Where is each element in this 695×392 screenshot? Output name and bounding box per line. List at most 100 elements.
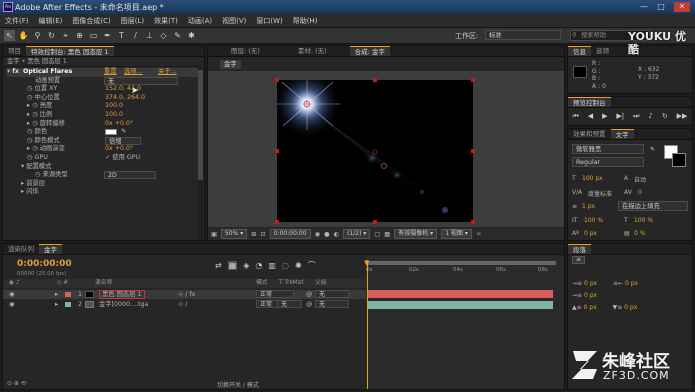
tracking-value[interactable]: 0 bbox=[638, 189, 642, 196]
transparency-grid-icon[interactable]: ▦ bbox=[384, 231, 390, 238]
hand-tool-icon[interactable]: ✋ bbox=[18, 30, 29, 41]
workspace-select[interactable]: 标准 bbox=[485, 30, 561, 40]
transform-handle[interactable] bbox=[275, 220, 279, 224]
justify-all-icon[interactable]: ≡ bbox=[572, 256, 585, 264]
tsume-value[interactable]: 0 % bbox=[634, 230, 645, 237]
group-positioning-mode[interactable]: ▾ 配置模式 bbox=[7, 163, 204, 172]
tab-layer[interactable]: 图层: (无) bbox=[226, 46, 265, 56]
indent-left-value[interactable]: 0 px bbox=[584, 280, 597, 287]
layer-parent-select[interactable]: 无 bbox=[315, 290, 349, 298]
zoom-select[interactable]: 50% ▾ bbox=[220, 229, 248, 239]
comp-mini-flowchart-icon[interactable]: ⇄ bbox=[215, 261, 222, 270]
play-icon[interactable]: ▶ bbox=[602, 112, 607, 120]
tab-info[interactable]: 信息 bbox=[568, 46, 591, 56]
font-style-select[interactable]: Regular bbox=[572, 157, 644, 167]
layer-mode-select[interactable]: 正常 bbox=[256, 290, 294, 298]
scale-value[interactable]: 100.0 bbox=[105, 111, 123, 120]
stopwatch-icon[interactable]: ◷ bbox=[32, 102, 38, 109]
timeline-footer-icons[interactable]: ⊙ ⊕ ⟲ bbox=[7, 380, 26, 387]
draft-3d-icon[interactable]: ◈ bbox=[243, 261, 249, 270]
close-button[interactable]: ✕ bbox=[674, 2, 690, 12]
stroke-color-swatch[interactable] bbox=[672, 153, 686, 167]
layer-name[interactable]: 黑色 固态层 1 bbox=[99, 290, 145, 299]
twirl-icon[interactable]: ▸ bbox=[27, 111, 30, 118]
transform-handle[interactable] bbox=[471, 149, 475, 153]
last-frame-icon[interactable]: ⏭ bbox=[633, 112, 639, 121]
type-tool-icon[interactable]: T bbox=[116, 30, 127, 41]
options-link[interactable]: 选项... bbox=[124, 68, 143, 77]
eyedropper-icon[interactable]: ✎ bbox=[650, 146, 655, 153]
twirl-icon[interactable]: ▸ bbox=[55, 300, 58, 309]
center-position-value[interactable]: 374.0, 264.0 bbox=[105, 94, 145, 103]
effect-twirl-icon[interactable]: ▾ bbox=[7, 68, 10, 75]
current-timecode[interactable]: 0:00:00:00 bbox=[17, 259, 72, 269]
space-after-value[interactable]: 0 px bbox=[624, 304, 637, 311]
color-mode-select[interactable]: 倍增 bbox=[105, 136, 141, 145]
stopwatch-icon[interactable]: ◷ bbox=[32, 145, 38, 152]
layer-duration-bar[interactable] bbox=[367, 290, 553, 298]
timeline-graph[interactable]: 0s 02s 04s 06s 08s ▼ bbox=[364, 256, 564, 389]
reset-link[interactable]: 重置 bbox=[104, 68, 117, 77]
next-frame-icon[interactable]: ▶| bbox=[616, 112, 624, 120]
eyedropper-icon[interactable]: ✎ bbox=[121, 128, 126, 137]
tab-paragraph[interactable]: 段落 bbox=[568, 244, 591, 254]
layer-parent-select[interactable]: 无 bbox=[315, 300, 349, 308]
space-before-value[interactable]: 0 px bbox=[584, 304, 597, 311]
kerning-value[interactable]: 度量标准 bbox=[588, 189, 612, 198]
ram-preview-icon[interactable]: ▶▶ bbox=[677, 112, 688, 120]
menu-file[interactable]: 文件(F) bbox=[0, 14, 34, 28]
baseline-shift-value[interactable]: 0 px bbox=[584, 230, 597, 237]
motion-blur-icon[interactable]: ◌ bbox=[282, 261, 289, 270]
exposure-icon[interactable]: ☼ bbox=[476, 231, 482, 238]
twirl-icon[interactable]: ▾ bbox=[21, 163, 24, 170]
playhead-icon[interactable]: ▼ bbox=[364, 259, 369, 267]
loop-icon[interactable]: ↻ bbox=[662, 112, 668, 120]
tab-effect-controls[interactable]: 特效控制台: 黑色 固态层 1 bbox=[26, 46, 114, 56]
stopwatch-icon[interactable]: ◷ bbox=[27, 154, 33, 161]
stopwatch-icon[interactable]: ◷ bbox=[32, 111, 38, 118]
puppet-pin-tool-icon[interactable]: ✱ bbox=[186, 30, 197, 41]
tab-preview[interactable]: 预览控制台 bbox=[568, 97, 611, 107]
transform-handle[interactable] bbox=[373, 220, 377, 224]
about-link[interactable]: 关于... bbox=[158, 68, 177, 77]
brightness-value[interactable]: 100.0 bbox=[105, 102, 123, 111]
menu-help[interactable]: 帮助(H) bbox=[288, 14, 323, 28]
group-flicker[interactable]: ▸ 闪烁 bbox=[7, 188, 204, 197]
rotation-offset-value[interactable]: 0x +0.0° bbox=[105, 120, 133, 129]
twirl-icon[interactable]: ▸ bbox=[27, 120, 30, 127]
selection-tool-icon[interactable]: ↖ bbox=[4, 30, 15, 41]
views-select[interactable]: 1 视图 ▾ bbox=[441, 229, 472, 239]
transform-handle[interactable] bbox=[275, 78, 279, 82]
trkmat-header[interactable]: T TrkMat bbox=[279, 279, 304, 288]
source-type-select[interactable]: 2D bbox=[104, 171, 156, 180]
layer-switches[interactable]: ⊹ / bbox=[178, 300, 187, 309]
frame-blending-icon[interactable]: ▥ bbox=[268, 261, 276, 270]
first-line-indent-value[interactable]: 0 px bbox=[584, 292, 597, 299]
twirl-icon[interactable]: ▸ bbox=[27, 102, 30, 109]
parent-pickwhip-icon[interactable]: @ bbox=[306, 290, 312, 299]
animation-preset-select[interactable]: 无 bbox=[104, 76, 178, 85]
camera-tool-icon[interactable]: ⌖ bbox=[60, 30, 71, 41]
transform-handle[interactable] bbox=[373, 78, 377, 82]
current-time-indicator[interactable] bbox=[367, 260, 368, 389]
roto-brush-tool-icon[interactable]: ✎ bbox=[172, 30, 183, 41]
eraser-tool-icon[interactable]: ◇ bbox=[158, 30, 169, 41]
transform-handle[interactable] bbox=[471, 78, 475, 82]
stopwatch-icon[interactable]: ◷ bbox=[27, 85, 33, 92]
layer-row[interactable]: ◉ ▸ 2 金字[0000....tga ⊹ / 正常 无 @ 无 bbox=[3, 300, 366, 309]
rotate-tool-icon[interactable]: ↻ bbox=[46, 30, 57, 41]
safe-zone-icon[interactable]: ⊡ bbox=[261, 231, 266, 238]
camera-select[interactable]: 有效摄像机 ▾ bbox=[394, 229, 438, 239]
menu-animation[interactable]: 动画(A) bbox=[183, 14, 217, 28]
tab-character[interactable]: 文字 bbox=[610, 129, 634, 139]
layer-label-color[interactable] bbox=[65, 302, 71, 307]
stopwatch-icon[interactable]: ◷ bbox=[35, 171, 41, 178]
tab-project[interactable]: 项目 bbox=[3, 46, 26, 56]
rectangle-tool-icon[interactable]: ▭ bbox=[88, 30, 99, 41]
minimize-button[interactable]: — bbox=[638, 2, 650, 12]
animation-evolution-value[interactable]: 0x +0.0° bbox=[105, 145, 133, 154]
stroke-width-value[interactable]: 1 px bbox=[582, 203, 595, 210]
tab-effects-presets[interactable]: 效果和预置 bbox=[568, 129, 611, 139]
comp-breadcrumb[interactable]: 金字 bbox=[220, 60, 241, 69]
stroke-mode-select[interactable]: 在描边上填充 bbox=[618, 201, 688, 211]
